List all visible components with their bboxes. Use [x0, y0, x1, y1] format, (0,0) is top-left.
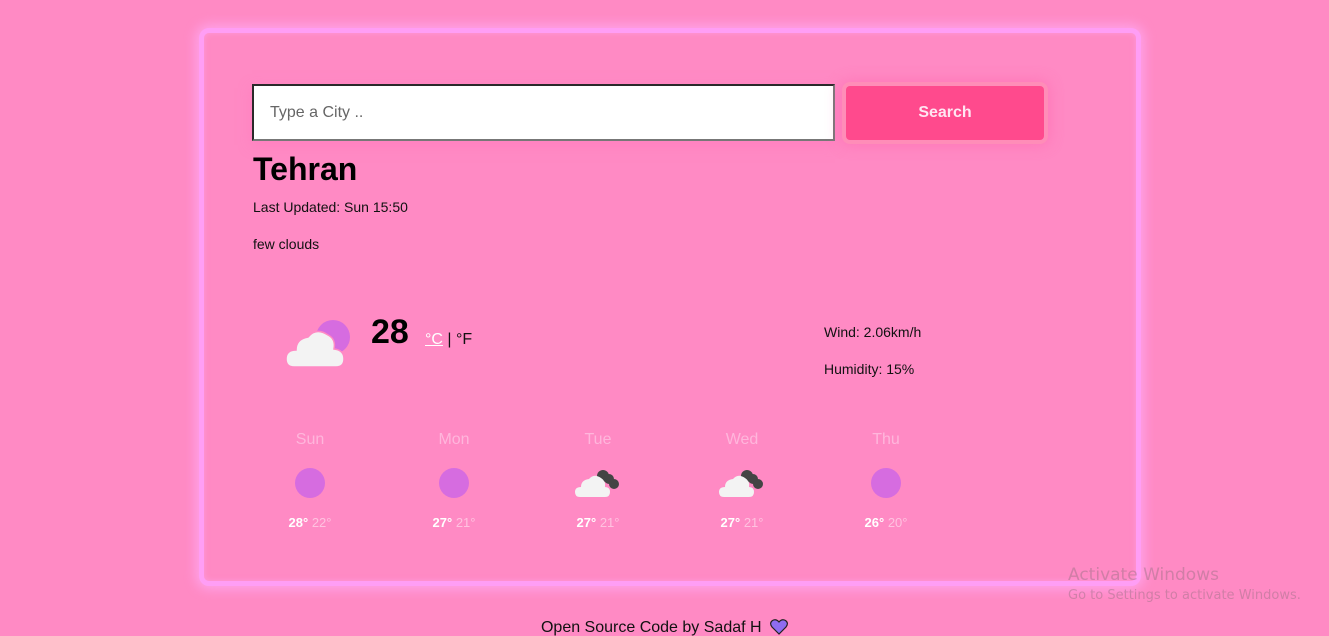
forecast-high: 27°: [720, 515, 741, 530]
weather-card: Search Tehran Last Updated: Sun 15:50 fe…: [199, 28, 1141, 586]
purple-heart-icon: [770, 619, 788, 636]
footer: Open Source Code by Sadaf H: [0, 619, 1329, 636]
watermark-subtitle: Go to Settings to activate Windows.: [1068, 588, 1301, 603]
forecast-low: 21°: [599, 515, 620, 530]
sun-icon: [862, 463, 910, 503]
search-form: Search: [252, 84, 1044, 141]
sun-icon: [430, 463, 478, 503]
forecast-low: 22°: [311, 515, 332, 530]
search-button[interactable]: Search: [846, 85, 1044, 140]
forecast-high: 27°: [432, 515, 453, 530]
unit-toggle: °C | °F: [425, 331, 472, 349]
forecast-day-name: Thu: [872, 431, 900, 448]
windows-activation-watermark: Activate Windows Go to Settings to activ…: [1068, 565, 1301, 603]
broken-clouds-icon: [718, 463, 766, 503]
forecast-day: Sun 28° 22°: [238, 431, 382, 530]
forecast-day: Wed 27° 21°: [670, 431, 814, 530]
forecast-low: 21°: [455, 515, 476, 530]
forecast-low: 21°: [743, 515, 764, 530]
current-temperature: 28: [371, 313, 409, 351]
forecast-day: Tue 27° 21°: [526, 431, 670, 530]
forecast-day: Mon 27° 21°: [382, 431, 526, 530]
forecast-day-name: Wed: [725, 431, 759, 448]
forecast-high: 27°: [576, 515, 597, 530]
forecast: Sun 28° 22° Mon 27° 21° Tue 27° 21° Wed …: [238, 431, 958, 530]
weather-description: few clouds: [253, 236, 320, 252]
author-credit: by Sadaf H: [677, 619, 762, 636]
wind-speed: Wind: 2.06km/h: [824, 324, 922, 340]
celsius-link[interactable]: °C: [425, 331, 443, 348]
forecast-day-name: Tue: [584, 431, 612, 448]
forecast-low: 20°: [887, 515, 908, 530]
city-name: Tehran: [253, 151, 358, 187]
watermark-title: Activate Windows: [1068, 565, 1219, 585]
forecast-day-name: Sun: [295, 431, 325, 448]
forecast-high: 28°: [288, 515, 309, 530]
humidity: Humidity: 15%: [824, 361, 915, 377]
few-clouds-icon: [284, 317, 356, 369]
last-updated: Last Updated: Sun 15:50: [253, 199, 408, 215]
city-search-input[interactable]: [252, 84, 835, 141]
forecast-temps: 26° 20°: [865, 515, 908, 530]
forecast-day-name: Mon: [438, 431, 470, 448]
unit-separator: |: [442, 331, 456, 348]
fahrenheit-link[interactable]: °F: [456, 331, 472, 348]
forecast-temps: 27° 21°: [577, 515, 620, 530]
forecast-temps: 27° 21°: [433, 515, 476, 530]
source-code-link[interactable]: Open Source Code: [541, 619, 678, 636]
broken-clouds-icon: [574, 463, 622, 503]
forecast-temps: 27° 21°: [721, 515, 764, 530]
forecast-day: Thu 26° 20°: [814, 431, 958, 530]
forecast-temps: 28° 22°: [289, 515, 332, 530]
forecast-high: 26°: [864, 515, 885, 530]
sun-icon: [286, 463, 334, 503]
